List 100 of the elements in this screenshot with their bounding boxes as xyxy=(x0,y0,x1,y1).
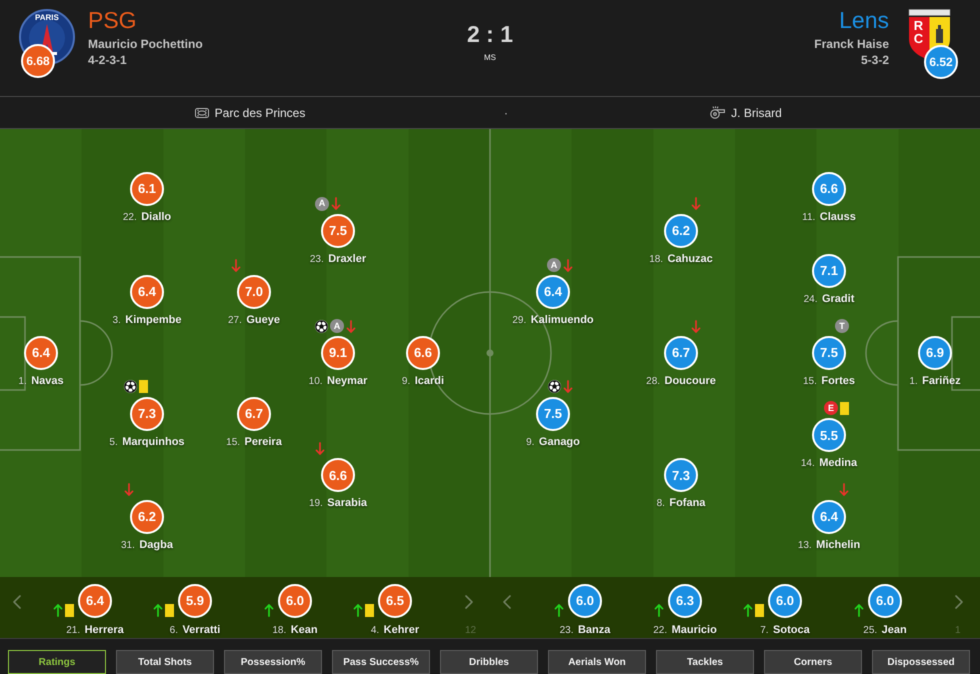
player-rating[interactable]: 7.3 xyxy=(130,396,164,431)
stat-tab[interactable]: Ratings xyxy=(8,650,106,674)
manager-name: Franck Haise xyxy=(814,37,889,51)
player-rating[interactable]: 6.4 xyxy=(130,275,164,310)
stadium-icon xyxy=(194,108,209,118)
player-name: 25. Jean xyxy=(863,623,907,638)
booking-card-icon xyxy=(139,380,148,394)
down-arrow-icon xyxy=(315,442,325,455)
stat-tab[interactable]: Tackles xyxy=(656,650,754,674)
player-rating[interactable]: 7.5 xyxy=(321,214,355,248)
player-name: 23. Draxler xyxy=(310,252,366,267)
event-badge: A xyxy=(315,196,329,211)
player-name: 1. Fariñez xyxy=(909,374,961,389)
up-arrow-icon xyxy=(654,604,664,617)
player-name: 11. Clauss xyxy=(802,210,856,226)
booking-card-icon xyxy=(365,604,374,617)
team-rating-badge: 6.52 xyxy=(924,45,958,79)
team-rating-badge: 6.68 xyxy=(21,44,55,78)
player-rating[interactable]: 6.2 xyxy=(664,214,698,248)
player-name: 4. Kehrer xyxy=(370,623,420,638)
player-rating[interactable]: 6.4 xyxy=(536,275,570,310)
substitute-rating[interactable]: 6.4 xyxy=(78,584,112,618)
stat-tab[interactable]: Possession% xyxy=(224,650,322,674)
up-arrow-icon xyxy=(264,604,274,617)
substitute-rating[interactable]: 6.0 xyxy=(278,584,312,618)
booking-card-icon xyxy=(755,604,764,617)
player-name: 18. Kean xyxy=(272,623,318,638)
formation-text: 4-2-3-1 xyxy=(88,53,127,67)
player-rating[interactable]: 6.7 xyxy=(664,336,698,370)
player-name: 7. Sotoca xyxy=(760,623,810,638)
chevron-left-icon[interactable] xyxy=(13,595,21,609)
substitute-rating[interactable]: 6.0 xyxy=(768,584,802,618)
down-arrow-icon xyxy=(331,197,341,210)
player-name: 24. Gradit xyxy=(804,292,854,307)
down-arrow-icon xyxy=(691,197,701,210)
booking-card-icon xyxy=(840,402,849,415)
player-name: 22. Mauricio xyxy=(653,623,717,638)
player-name: 21. Herrera xyxy=(66,623,124,638)
player-name: 23. Banza xyxy=(560,623,610,638)
substitute-rating[interactable]: 6.3 xyxy=(668,584,702,618)
player-rating[interactable]: 6.6 xyxy=(812,172,846,206)
substitute-rating[interactable]: 5.9 xyxy=(178,584,212,618)
player-rating[interactable]: 6.4 xyxy=(24,336,58,370)
player-rating[interactable]: 7.0 xyxy=(237,275,271,310)
referee-name: J. Brisard xyxy=(731,106,782,120)
player-name: 28. Doucoure xyxy=(646,374,716,389)
event-badge: T xyxy=(835,319,849,333)
chevron-left-icon[interactable] xyxy=(503,595,511,609)
player-rating[interactable]: 6.4 xyxy=(812,500,846,534)
player-rating[interactable]: 5.5 xyxy=(812,418,846,452)
substitute-rating[interactable]: 6.5 xyxy=(378,584,412,618)
player-name: 29. Kalimuendo xyxy=(512,313,594,328)
down-arrow-icon xyxy=(839,483,849,496)
down-arrow-icon xyxy=(563,258,573,272)
player-rating[interactable]: 7.3 xyxy=(664,458,698,492)
player-rating[interactable]: 6.6 xyxy=(321,458,355,492)
player-name: 9. Ganago xyxy=(526,434,580,450)
centre-spot xyxy=(486,350,494,356)
player-name: 1. Navas xyxy=(18,374,64,389)
up-arrow-icon xyxy=(353,604,363,617)
team-name[interactable]: Lens xyxy=(839,7,889,33)
player-rating[interactable]: 7.5 xyxy=(812,336,846,370)
player-rating[interactable]: 6.2 xyxy=(130,500,164,534)
team-name[interactable]: PSG xyxy=(88,7,137,33)
player-name: 15. Pereira xyxy=(226,434,282,450)
player-name: 14. Medina xyxy=(800,456,858,472)
player-rating[interactable]: 7.1 xyxy=(812,254,846,288)
stat-tab[interactable]: Dispossessed xyxy=(872,650,970,674)
down-arrow-icon xyxy=(563,380,573,394)
chevron-right-icon[interactable] xyxy=(955,595,963,609)
match-status: MS xyxy=(484,53,496,63)
formation-text: 5-3-2 xyxy=(860,53,889,67)
soccer-ball-icon xyxy=(548,380,561,394)
down-arrow-icon xyxy=(231,258,241,272)
booking-card-icon xyxy=(65,604,74,617)
chevron-right-icon[interactable] xyxy=(465,595,473,609)
event-badge: E xyxy=(824,401,838,416)
event-badge: A xyxy=(547,258,561,272)
substitute-rating[interactable]: 6.0 xyxy=(868,584,902,618)
player-rating[interactable]: 6.6 xyxy=(406,336,440,370)
player-rating[interactable]: 7.5 xyxy=(536,396,570,431)
stat-tab[interactable]: Aerials Won xyxy=(548,650,646,674)
soccer-ball-icon xyxy=(124,380,137,394)
player-name: 12 xyxy=(465,624,476,638)
player-rating[interactable]: 9.1 xyxy=(321,336,355,370)
substitute-rating[interactable]: 6.0 xyxy=(568,584,602,618)
player-name: 22. Diallo xyxy=(122,210,172,226)
player-name: 18. Cahuzac xyxy=(649,252,713,267)
up-arrow-icon xyxy=(743,604,753,617)
stat-tab[interactable]: Pass Success% xyxy=(332,650,430,674)
player-rating[interactable]: 6.1 xyxy=(130,172,164,206)
player-rating[interactable]: 6.9 xyxy=(918,336,952,370)
player-name: 15. Fortes xyxy=(803,374,855,389)
stat-tab[interactable]: Corners xyxy=(764,650,862,674)
stat-tab[interactable]: Total Shots xyxy=(116,650,214,674)
player-rating[interactable]: 6.7 xyxy=(237,396,271,431)
player-name: 5. Marquinhos xyxy=(109,434,185,450)
stat-tab[interactable]: Dribbles xyxy=(440,650,538,674)
player-name: 13. Michelin xyxy=(798,538,860,553)
crest-lettering: PARIS xyxy=(35,13,59,22)
